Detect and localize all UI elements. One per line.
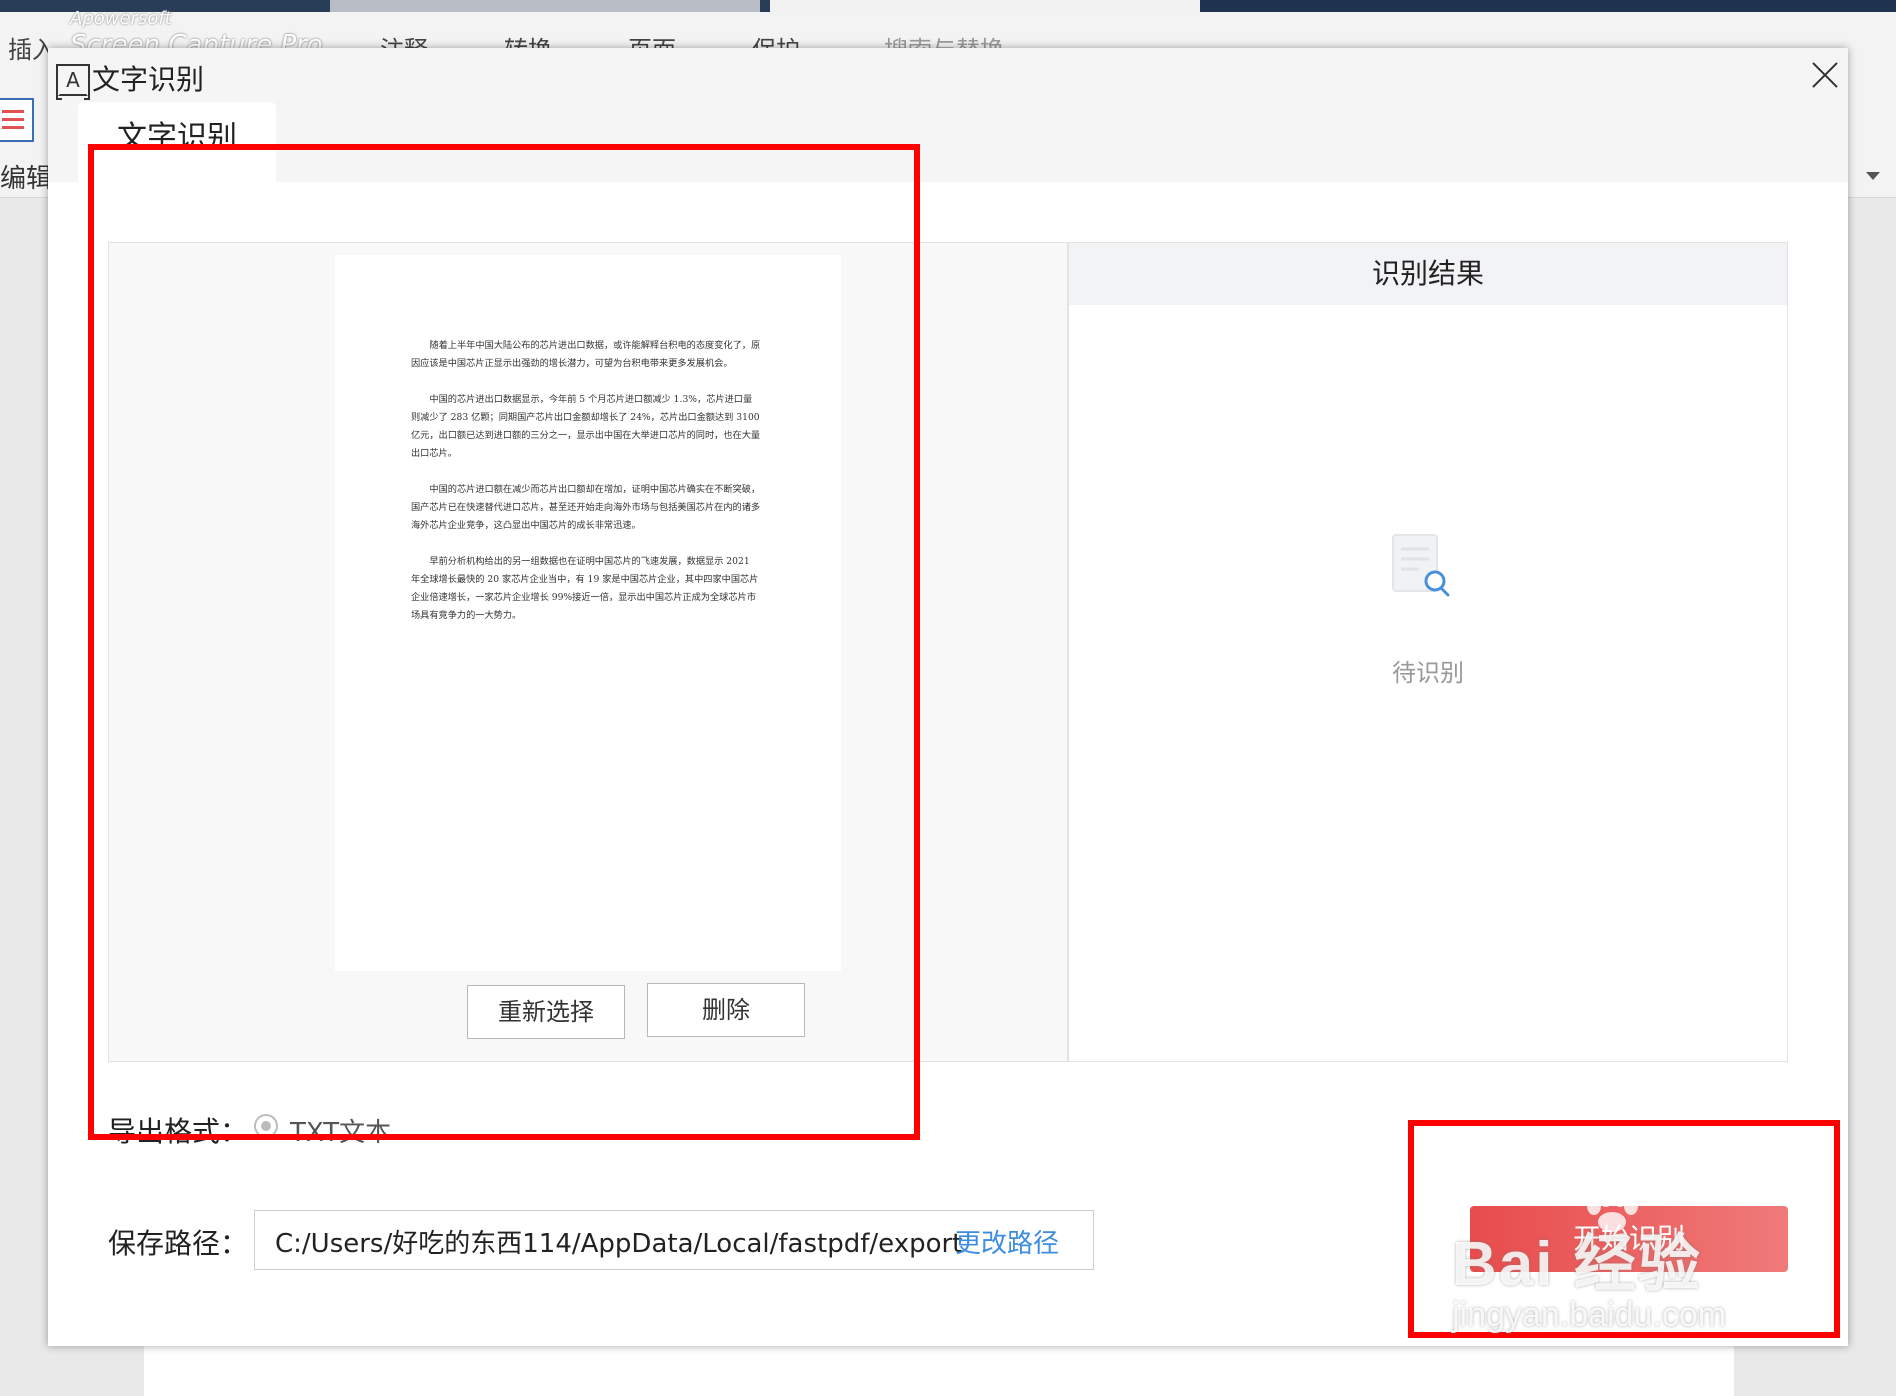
change-path-link[interactable]: 更改路径 [955, 1223, 1059, 1260]
bg-document-page [144, 1340, 1734, 1396]
result-panel: 识别结果 待识别 [1068, 242, 1788, 1062]
bg-titlebar-segment [1200, 0, 1896, 12]
save-path-value: C:/Users/好吃的东西114/AppData/Local/fastpdf/… [275, 1229, 963, 1259]
bg-titlebar-segment [330, 0, 760, 12]
close-icon[interactable] [1810, 60, 1840, 90]
annotation-highlight-preview [88, 144, 920, 1140]
watermark-line1: Apowersoft [70, 8, 172, 29]
bg-titlebar-segment [760, 0, 770, 12]
save-path-label: 保存路径： [108, 1227, 249, 1260]
text-recognition-icon: A [56, 64, 90, 100]
document-search-icon [1392, 534, 1450, 597]
dialog-title: 文字识别 [92, 63, 205, 96]
annotation-highlight-start [1408, 1120, 1840, 1338]
result-header: 识别结果 [1069, 243, 1787, 305]
chevron-down-icon[interactable] [1866, 172, 1880, 180]
edit-icon[interactable] [0, 98, 34, 142]
pending-status: 待识别 [1392, 659, 1464, 687]
save-path-field[interactable]: C:/Users/好吃的东西114/AppData/Local/fastpdf/… [254, 1210, 1094, 1270]
bg-side-label-edit[interactable]: 编辑 [0, 158, 52, 195]
